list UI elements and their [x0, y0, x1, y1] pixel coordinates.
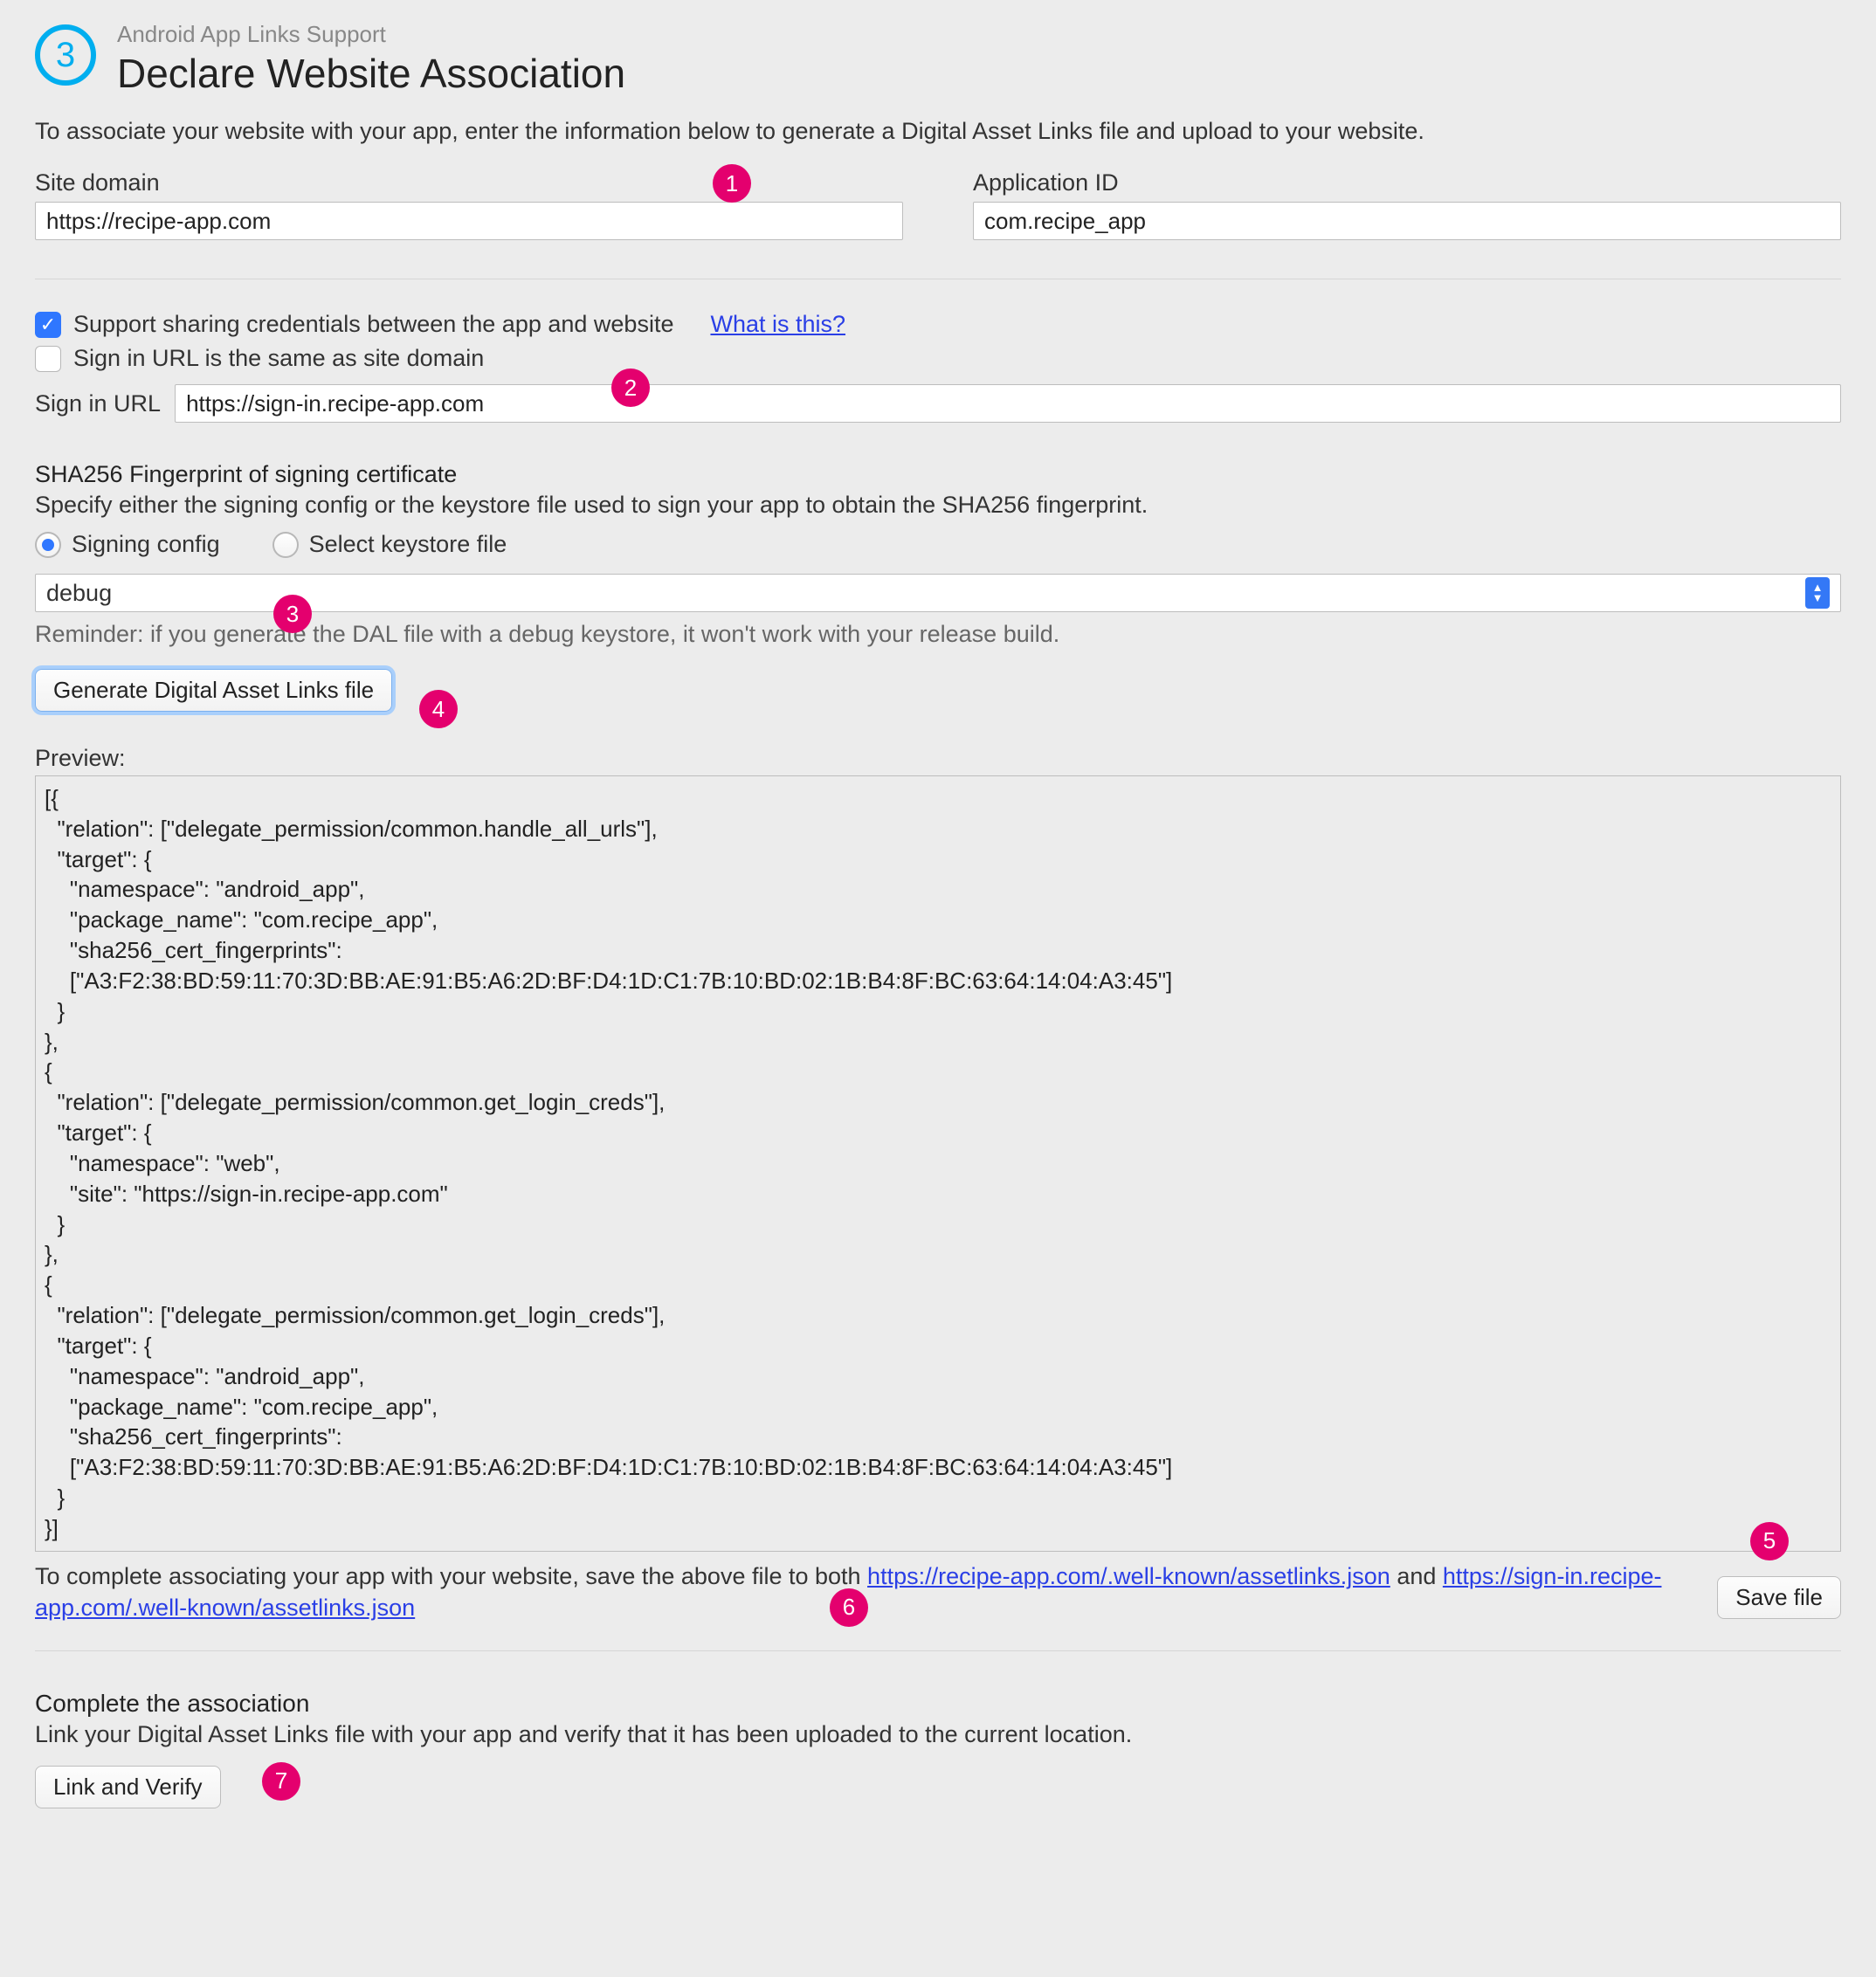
page-subtitle: Android App Links Support — [117, 21, 625, 48]
step-number: 3 — [56, 36, 75, 75]
signin-same-label: Sign in URL is the same as site domain — [73, 345, 484, 372]
select-keystore-radio[interactable] — [272, 532, 299, 558]
what-is-this-link[interactable]: What is this? — [710, 311, 845, 338]
assetlinks-link-1[interactable]: https://recipe-app.com/.well-known/asset… — [867, 1563, 1390, 1589]
chevron-updown-icon: ▲▼ — [1805, 577, 1830, 609]
signing-config-select[interactable]: debug ▲▼ — [35, 574, 1841, 612]
select-keystore-radio-label: Select keystore file — [309, 531, 507, 558]
preview-textarea[interactable]: [{ "relation": ["delegate_permission/com… — [35, 775, 1841, 1552]
reminder-text: Reminder: if you generate the DAL file w… — [35, 621, 1841, 648]
sha-desc: Specify either the signing config or the… — [35, 492, 1841, 519]
signing-config-radio[interactable] — [35, 532, 61, 558]
site-domain-label: Site domain — [35, 169, 903, 196]
generate-dal-button[interactable]: Generate Digital Asset Links file — [35, 669, 392, 712]
site-domain-input[interactable] — [35, 202, 903, 240]
signin-url-input[interactable] — [175, 384, 1841, 423]
callout-4: 4 — [419, 690, 458, 728]
divider-2 — [35, 1650, 1841, 1651]
support-sharing-label: Support sharing credentials between the … — [73, 311, 673, 338]
support-sharing-checkbox[interactable]: ✓ — [35, 312, 61, 338]
complete-association-title: Complete the association — [35, 1690, 1841, 1718]
signin-same-checkbox[interactable] — [35, 346, 61, 372]
page-title: Declare Website Association — [117, 50, 625, 97]
callout-7: 7 — [262, 1762, 300, 1801]
step-number-circle: 3 — [35, 24, 96, 86]
signin-url-label: Sign in URL — [35, 390, 161, 417]
preview-label: Preview: — [35, 745, 1841, 772]
sha-title: SHA256 Fingerprint of signing certificat… — [35, 461, 1841, 488]
save-file-button[interactable]: Save file — [1717, 1576, 1841, 1619]
complete-association-desc: Link your Digital Asset Links file with … — [35, 1721, 1841, 1748]
application-id-input[interactable] — [973, 202, 1841, 240]
intro-text: To associate your website with your app,… — [35, 118, 1841, 145]
complete-association-text: To complete associating your app with yo… — [35, 1560, 1691, 1624]
link-and-verify-button[interactable]: Link and Verify — [35, 1766, 221, 1808]
application-id-label: Application ID — [973, 169, 1841, 196]
signing-config-radio-label: Signing config — [72, 531, 220, 558]
signing-config-value: debug — [46, 580, 1805, 607]
